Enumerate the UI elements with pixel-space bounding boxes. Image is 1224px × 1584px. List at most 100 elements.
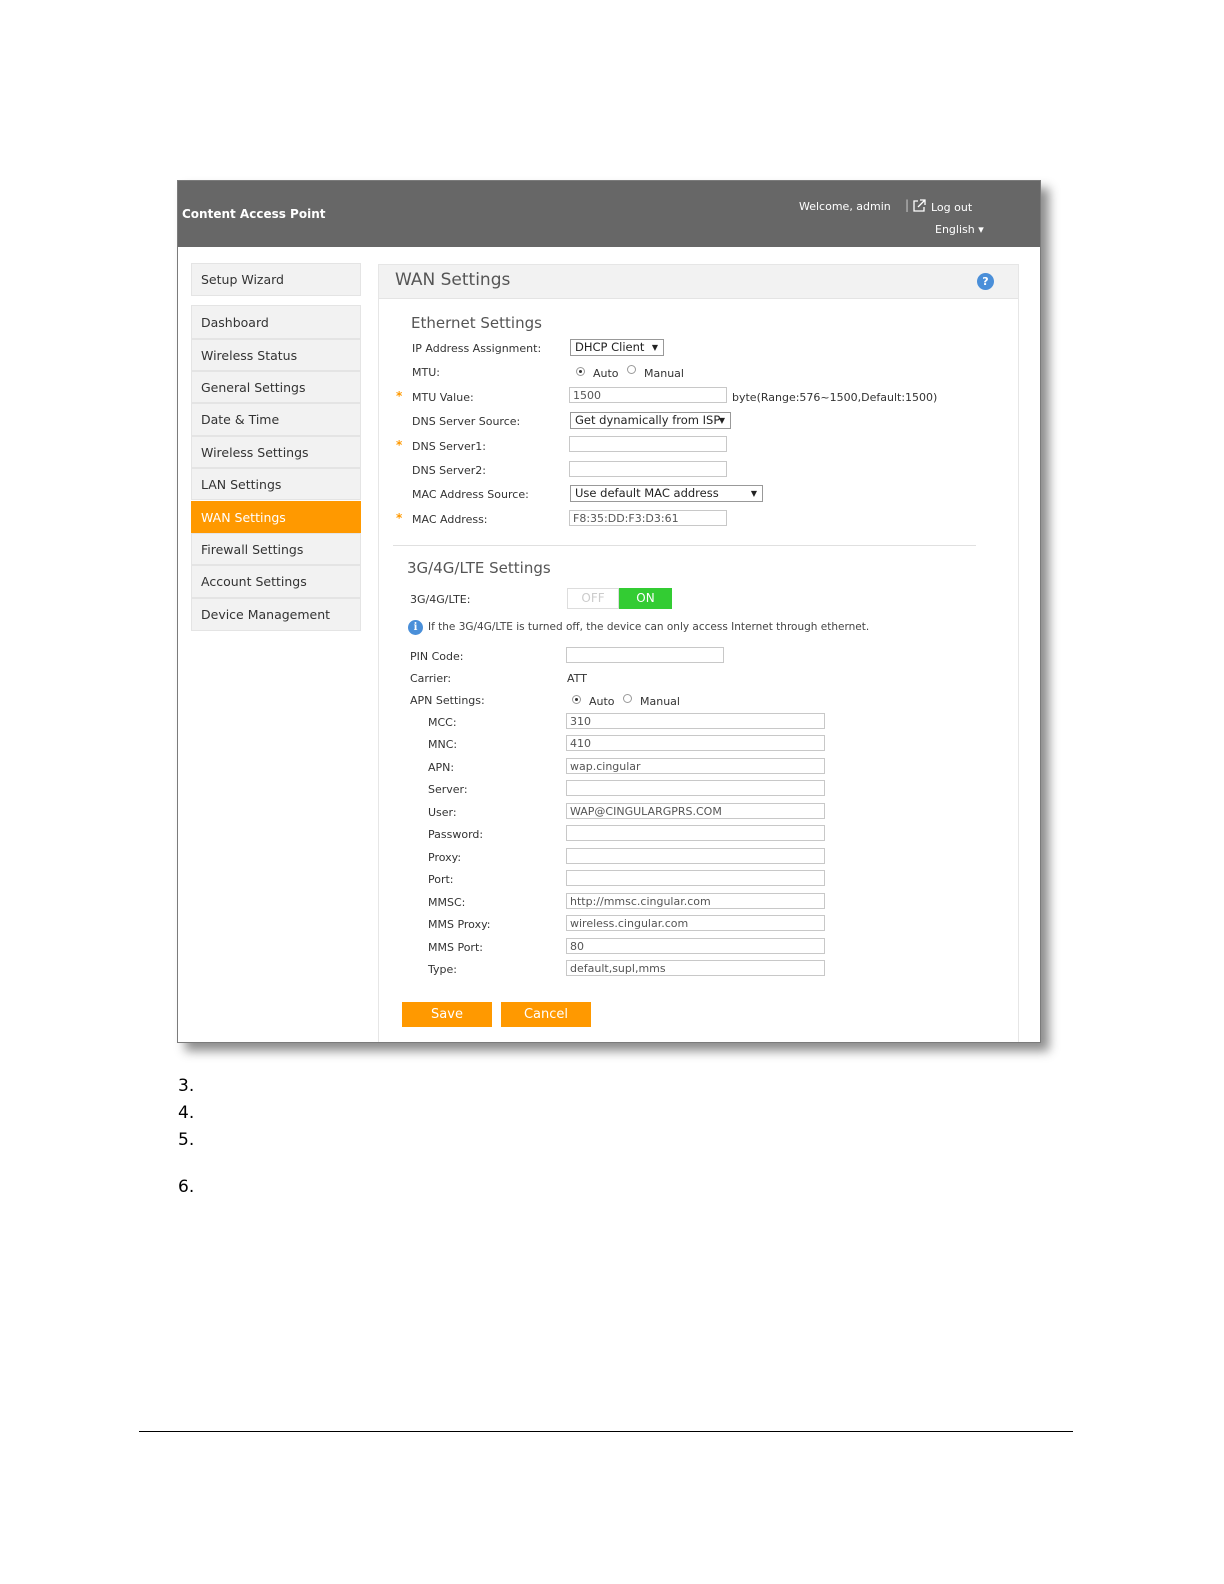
server-input[interactable] — [566, 780, 825, 796]
sidebar-item-firewall-settings[interactable]: Firewall Settings — [191, 533, 361, 565]
mnc-input[interactable]: 410 — [566, 735, 825, 751]
apn-auto-radio[interactable] — [572, 695, 581, 704]
sidebar-item-lan-settings[interactable]: LAN Settings — [191, 468, 361, 500]
mac-source-label: MAC Address Source: — [412, 488, 529, 501]
dns1-label: DNS Server1: — [412, 440, 486, 453]
carrier-label: Carrier: — [410, 672, 452, 685]
logout-label: Log out — [931, 201, 973, 214]
sidebar-item-dashboard[interactable]: Dashboard — [191, 305, 361, 339]
sidebar-item-setup-wizard[interactable]: Setup Wizard — [191, 263, 361, 296]
dns-source-label: DNS Server Source: — [412, 415, 521, 428]
port-label: Port: — [428, 873, 454, 886]
sidebar-item-date-time[interactable]: Date & Time — [191, 403, 361, 436]
sidebar-item-wan-settings[interactable]: WAN Settings — [191, 501, 361, 533]
mms-port-label: MMS Port: — [428, 941, 483, 954]
mcc-label: MCC: — [428, 716, 457, 729]
list-number-6: 6. — [178, 1177, 195, 1197]
sidebar-item-general-settings[interactable]: General Settings — [191, 371, 361, 403]
mtu-auto-label: Auto — [593, 367, 619, 380]
mtu-value-input[interactable]: 1500 — [569, 387, 727, 403]
sidebar-item-label: Firewall Settings — [201, 541, 304, 557]
save-button[interactable]: Save — [402, 1002, 492, 1027]
user-input[interactable]: WAP@CINGULARGPRS.COM — [566, 803, 825, 819]
apn-manual-label: Manual — [640, 695, 680, 708]
footer-rule — [139, 1431, 1073, 1432]
server-label: Server: — [428, 783, 468, 796]
mac-source-select[interactable]: Use default MAC address ▼ — [570, 485, 763, 502]
sidebar-item-label: WAN Settings — [201, 509, 286, 525]
chevron-down-icon: ▼ — [750, 489, 757, 498]
mtu-label: MTU: — [412, 366, 440, 379]
pin-code-input[interactable] — [566, 647, 724, 663]
list-number-5: 5. — [178, 1130, 195, 1150]
required-mark: * — [396, 389, 403, 403]
ethernet-section-title: Ethernet Settings — [411, 314, 542, 332]
sidebar-item-label: Dashboard — [201, 314, 269, 330]
port-input[interactable] — [566, 870, 825, 886]
mms-proxy-label: MMS Proxy: — [428, 918, 491, 931]
lte-toggle-on[interactable]: ON — [619, 588, 672, 609]
sidebar-item-label: Wireless Status — [201, 347, 298, 363]
cancel-button[interactable]: Cancel — [501, 1002, 591, 1027]
lte-toggle-label: 3G/4G/LTE: — [410, 593, 471, 606]
mcc-input[interactable]: 310 — [566, 713, 825, 729]
sidebar-item-label: Account Settings — [201, 574, 307, 589]
mtu-manual-radio[interactable] — [627, 365, 636, 374]
proxy-label: Proxy: — [428, 851, 462, 864]
top-bar: Content Access Point Welcome, admin | Lo… — [178, 181, 1040, 247]
lte-info-note: If the 3G/4G/LTE is turned off, the devi… — [428, 621, 870, 633]
logout-icon — [912, 199, 926, 216]
type-input[interactable]: default,supl,mms — [566, 960, 825, 976]
apn-auto-label: Auto — [589, 695, 615, 708]
page-title: WAN Settings — [395, 270, 511, 290]
dns1-input[interactable] — [569, 436, 727, 452]
list-number-3: 3. — [178, 1076, 195, 1096]
mtu-auto-radio[interactable] — [576, 367, 585, 376]
mms-proxy-input[interactable]: wireless.cingular.com — [566, 915, 825, 931]
panel-header: WAN Settings ? — [379, 265, 1018, 299]
apn-settings-label: APN Settings: — [410, 694, 485, 707]
required-mark: * — [396, 511, 403, 525]
mac-address-input[interactable]: F8:35:DD:F3:D3:61 — [569, 510, 727, 526]
welcome-text: Welcome, admin — [799, 200, 891, 213]
apn-input[interactable]: wap.cingular — [566, 758, 825, 774]
dns-source-value: Get dynamically from ISP — [575, 413, 721, 427]
apn-manual-radio[interactable] — [623, 694, 632, 703]
chevron-down-icon: ▼ — [651, 343, 658, 352]
language-dropdown[interactable]: English ▾ — [935, 223, 984, 236]
password-label: Password: — [428, 828, 484, 841]
info-icon: i — [408, 620, 423, 635]
dns2-input[interactable] — [569, 461, 727, 477]
required-mark: * — [396, 438, 403, 452]
sidebar-item-label: General Settings — [201, 379, 306, 395]
sidebar-item-wireless-status[interactable]: Wireless Status — [191, 339, 361, 371]
sidebar-item-wireless-settings[interactable]: Wireless Settings — [191, 436, 361, 468]
logout-link[interactable]: Log out — [912, 199, 972, 216]
mnc-label: MNC: — [428, 738, 458, 751]
section-divider — [393, 545, 976, 546]
user-label: User: — [428, 806, 457, 819]
ip-assignment-select[interactable]: DHCP Client ▼ — [570, 339, 664, 356]
sidebar-item-label: Setup Wizard — [201, 272, 284, 287]
dns-source-select[interactable]: Get dynamically from ISP ▼ — [570, 412, 731, 429]
sidebar-item-label: Device Management — [201, 607, 331, 622]
help-icon[interactable]: ? — [977, 273, 994, 290]
mac-source-value: Use default MAC address — [575, 486, 719, 500]
ip-assignment-label: IP Address Assignment: — [412, 342, 542, 355]
mmsc-input[interactable]: http://mmsc.cingular.com — [566, 893, 825, 909]
sidebar-item-account-settings[interactable]: Account Settings — [191, 565, 361, 598]
ip-assignment-value: DHCP Client — [575, 340, 645, 354]
password-input[interactable] — [566, 825, 825, 841]
proxy-input[interactable] — [566, 848, 825, 864]
mms-port-input[interactable]: 80 — [566, 938, 825, 954]
mtu-range-hint: byte(Range:576~1500,Default:1500) — [732, 391, 938, 404]
apn-label: APN: — [428, 761, 455, 774]
mtu-value-label: MTU Value: — [412, 391, 474, 404]
header-separator: | — [905, 198, 910, 212]
mmsc-label: MMSC: — [428, 896, 466, 909]
lte-section-title: 3G/4G/LTE Settings — [407, 559, 551, 577]
sidebar-item-label: LAN Settings — [201, 476, 282, 492]
sidebar-item-device-management[interactable]: Device Management — [191, 598, 361, 631]
lte-toggle-off[interactable]: OFF — [567, 588, 619, 609]
pin-code-label: PIN Code: — [410, 650, 464, 663]
